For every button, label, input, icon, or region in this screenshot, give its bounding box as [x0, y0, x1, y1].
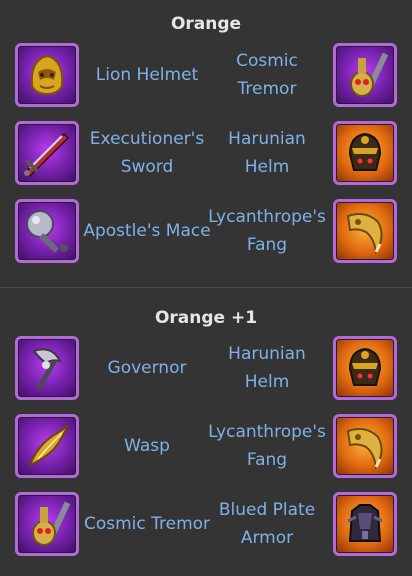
- item-name: Cosmic Tremor: [236, 51, 298, 99]
- executioners-sword-icon[interactable]: [15, 121, 79, 185]
- item-row: Cosmic Tremor Blued Plate Armor: [0, 492, 412, 562]
- item-name: Executioner's Sword: [89, 129, 205, 177]
- wasp-blade-icon[interactable]: [15, 414, 79, 478]
- cosmic-tremor-icon[interactable]: [15, 492, 79, 556]
- lycanthropes-fang-icon[interactable]: [333, 199, 397, 263]
- item-name: Harunian Helm: [228, 129, 306, 177]
- item-row: Executioner's Sword Harunian Helm: [0, 121, 412, 191]
- item-name: Wasp: [124, 436, 170, 456]
- item-row: Governor Harunian Helm: [0, 336, 412, 406]
- item-name: Lycanthrope's Fang: [208, 422, 326, 470]
- apostles-mace-icon[interactable]: [15, 199, 79, 263]
- lion-helmet-icon[interactable]: [15, 43, 79, 107]
- section-title: Orange +1: [154, 308, 258, 328]
- governor-axe-icon[interactable]: [15, 336, 79, 400]
- item-name: Lion Helmet: [95, 65, 199, 85]
- item-row: Wasp Lycanthrope's Fang: [0, 414, 412, 484]
- section-title: Orange: [170, 14, 242, 34]
- section-orange: Orange Lion Helmet Cosmic Tremor Executi…: [0, 0, 412, 287]
- blued-plate-armor-icon[interactable]: [333, 492, 397, 556]
- item-name: Blued Plate Armor: [218, 500, 316, 548]
- item-row: Apostle's Mace Lycanthrope's Fang: [0, 199, 412, 269]
- harunian-helm-icon[interactable]: [333, 336, 397, 400]
- harunian-helm-icon[interactable]: [333, 121, 397, 185]
- section-orange-plus-1: Orange +1 Governor Harunian Helm Wasp Ly…: [0, 287, 412, 576]
- item-name: Governor: [107, 358, 187, 378]
- item-name: Lycanthrope's Fang: [208, 207, 326, 255]
- item-name: Apostle's Mace: [83, 221, 211, 241]
- cosmic-tremor-icon[interactable]: [333, 43, 397, 107]
- item-name: Harunian Helm: [228, 344, 306, 392]
- item-name: Cosmic Tremor: [83, 514, 211, 534]
- lycanthropes-fang-icon[interactable]: [333, 414, 397, 478]
- item-row: Lion Helmet Cosmic Tremor: [0, 43, 412, 113]
